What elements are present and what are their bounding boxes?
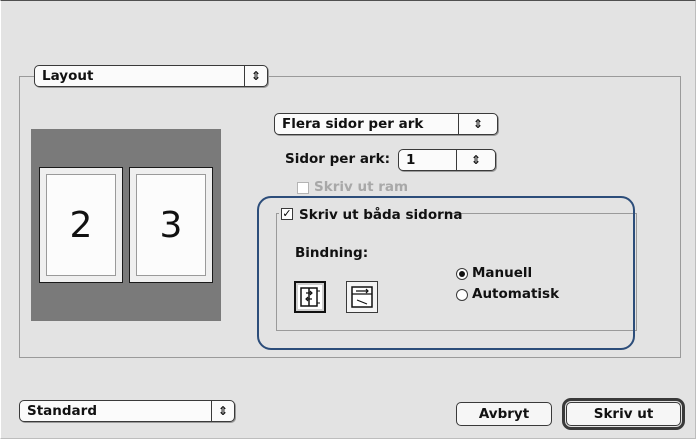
presets-select[interactable]: Standard ⇕ bbox=[19, 400, 235, 422]
pages-per-sheet-value: 1 bbox=[406, 152, 416, 168]
print-dialog: Layout ⇕ 2 3 Flera sidor per ark ⇕ Sidor… bbox=[0, 0, 696, 439]
cancel-button[interactable]: Avbryt bbox=[456, 402, 552, 426]
popup-arrow-icon: ⇕ bbox=[458, 114, 497, 134]
popup-arrow-icon: ⇕ bbox=[211, 401, 234, 421]
pages-layout-select-value: Flera sidor per ark bbox=[282, 116, 424, 132]
pages-per-sheet-select[interactable]: 1 ⇕ bbox=[398, 149, 496, 171]
popup-arrow-icon: ⇕ bbox=[244, 66, 267, 86]
preview-page: 2 bbox=[39, 167, 123, 283]
preview-page-number: 2 bbox=[46, 174, 116, 276]
preview-page: 3 bbox=[129, 167, 213, 283]
layout-preview: 2 3 bbox=[31, 129, 221, 321]
print-border-checkbox[interactable] bbox=[297, 182, 309, 194]
preview-page-number: 3 bbox=[136, 174, 206, 276]
duplex-highlight bbox=[257, 196, 635, 350]
panel-select-value: Layout bbox=[42, 68, 94, 84]
print-button[interactable]: Skriv ut bbox=[562, 398, 685, 430]
pages-layout-select[interactable]: Flera sidor per ark ⇕ bbox=[274, 113, 498, 135]
panel-select[interactable]: Layout ⇕ bbox=[34, 65, 268, 87]
popup-arrow-icon: ⇕ bbox=[456, 150, 495, 170]
print-border-label: Skriv ut ram bbox=[314, 179, 409, 195]
presets-select-value: Standard bbox=[27, 403, 97, 419]
pages-per-sheet-label: Sidor per ark: bbox=[285, 151, 390, 167]
